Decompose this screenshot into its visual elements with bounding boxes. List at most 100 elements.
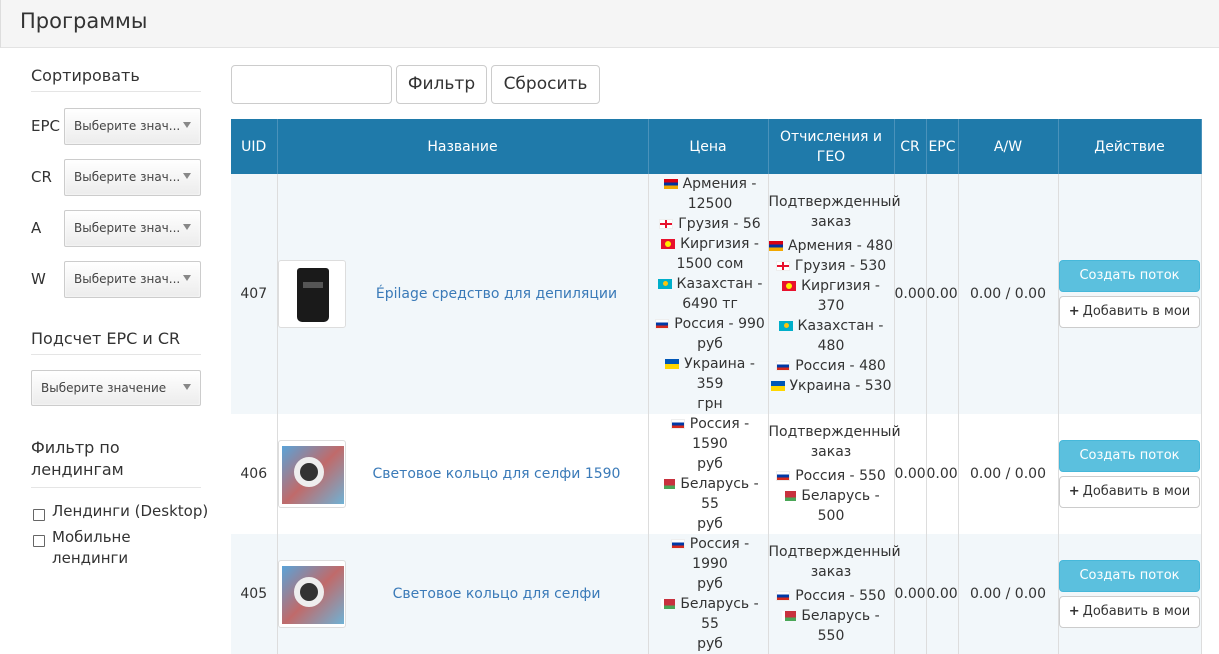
calc-heading: Подсчет EPC и CR: [31, 329, 201, 355]
add-to-mine-button[interactable]: + Добавить в мои: [1059, 296, 1200, 328]
price-text: Украина - 359: [684, 356, 755, 392]
sort-select-a[interactable]: Выберите знач...: [64, 210, 201, 247]
create-stream-button[interactable]: Создать поток: [1059, 260, 1200, 292]
product-link[interactable]: Световое кольцо для селфи 1590: [346, 466, 648, 482]
cell-action: Создать поток + Добавить в мои: [1058, 534, 1202, 654]
button-label: Добавить в мои: [1082, 304, 1191, 319]
cell-cr: 0.00: [894, 174, 927, 414]
col-header-epc[interactable]: EPC: [926, 119, 959, 174]
product-link[interactable]: Épilage средство для депиляции: [346, 286, 648, 302]
kazakhstan-flag-icon: [657, 279, 672, 289]
price-line: 12500: [687, 196, 733, 212]
filter-button[interactable]: Фильтр: [396, 65, 487, 104]
button-label: Добавить в мои: [1082, 604, 1191, 619]
payout-line: Подтвержденный: [768, 544, 901, 560]
checkbox[interactable]: [33, 509, 45, 521]
price-line: грн: [697, 396, 723, 412]
calc-select[interactable]: Выберите значение: [31, 370, 201, 406]
payout-text: Грузия - 530: [794, 258, 887, 274]
payout-text: Киргизия - 370: [801, 278, 880, 314]
cell-uid: 406: [231, 414, 278, 534]
add-to-mine-button[interactable]: + Добавить в мои: [1059, 596, 1200, 628]
price-text: Беларусь - 55: [680, 596, 759, 632]
payout-text: Россия - 480: [795, 358, 886, 374]
chevron-down-icon: [183, 224, 191, 230]
russia-flag-icon: [670, 419, 685, 429]
filter-input[interactable]: [231, 65, 392, 104]
payout-text: Украина - 530: [789, 378, 892, 394]
payout-line: Россия - 480: [769, 356, 894, 376]
payout-line: заказ: [810, 444, 852, 460]
price-line: Россия - 1990: [653, 534, 768, 574]
cell-payout: Подтвержденный заказ Россия - 550 Белару…: [768, 414, 901, 534]
payout-line: Подтвержденный: [768, 424, 901, 440]
sort-select-cr[interactable]: Выберите знач...: [64, 159, 201, 196]
chevron-down-icon: [183, 122, 191, 128]
payout-line: Россия - 550: [769, 586, 894, 606]
price-line: руб: [697, 636, 723, 652]
checkbox[interactable]: [33, 535, 45, 547]
col-header-uid[interactable]: UID: [231, 119, 278, 174]
cell-aw: 0.00 / 0.00: [958, 174, 1059, 414]
header-line: ГЕО: [816, 148, 846, 165]
price-text: Армения -: [682, 176, 757, 192]
ring-light-image[interactable]: [277, 440, 346, 508]
cell-epc: 0.00: [926, 174, 959, 414]
sort-select-w[interactable]: Выберите знач...: [64, 261, 201, 298]
payout-text: Россия - 550: [795, 588, 886, 604]
price-line: Беларусь - 55: [653, 474, 768, 514]
ukraine-flag-icon: [770, 381, 785, 391]
sort-row-w: W Выберите знач...: [31, 261, 201, 299]
checkbox-label: Лендинги (Desktop): [52, 502, 209, 520]
select-placeholder: Выберите значение: [41, 381, 167, 395]
price-line: Россия - 990: [653, 314, 768, 334]
landing-heading-line: лендингам: [31, 460, 124, 479]
create-stream-button[interactable]: Создать поток: [1059, 560, 1200, 592]
belarus-flag-icon: [782, 491, 797, 501]
belarus-flag-icon: [661, 479, 676, 489]
add-to-mine-button[interactable]: + Добавить в мои: [1059, 476, 1200, 508]
ring-light-image[interactable]: [277, 560, 346, 628]
payout-text: Россия - 550: [795, 468, 886, 484]
georgia-flag-icon: [775, 261, 790, 271]
black-package-image[interactable]: [277, 260, 346, 328]
sort-label-w: W: [31, 270, 46, 288]
reset-button[interactable]: Сбросить: [491, 65, 600, 104]
select-placeholder: Выберите знач...: [74, 119, 181, 133]
cell-name: Световое кольцо для селфи 1590: [277, 414, 649, 534]
cell-uid: 407: [231, 174, 278, 414]
table-row: 407 Épilage средство для депиляции Армен…: [231, 174, 1202, 414]
cell-price: Россия - 1990 руб Беларусь - 55 руб: [648, 534, 769, 654]
price-line: руб: [697, 516, 723, 532]
price-line: Беларусь - 55: [653, 594, 768, 634]
header-line: Отчисления и: [779, 128, 883, 145]
russia-flag-icon: [776, 591, 791, 601]
price-line: Казахстан -: [653, 274, 768, 294]
col-header-aw[interactable]: A/W: [958, 119, 1059, 174]
georgia-flag-icon: [659, 219, 674, 229]
col-header-price[interactable]: Цена: [648, 119, 769, 174]
payout-line: Подтвержденный: [768, 194, 901, 210]
payout-text: Беларусь - 550: [801, 608, 880, 644]
plus-icon: +: [1068, 484, 1080, 499]
cell-action: Создать поток + Добавить в мои: [1058, 414, 1202, 534]
product-link[interactable]: Световое кольцо для селфи: [346, 586, 648, 602]
sort-row-cr: CR Выберите знач...: [31, 159, 201, 197]
col-header-cr[interactable]: CR: [894, 119, 927, 174]
price-text: Грузия - 56: [678, 216, 761, 232]
select-placeholder: Выберите знач...: [74, 272, 181, 286]
create-stream-button[interactable]: Создать поток: [1059, 440, 1200, 472]
cell-payout: Подтвержденный заказ Армения - 480 Грузи…: [768, 174, 901, 414]
cell-payout: Подтвержденный заказ Россия - 550 Белару…: [768, 534, 901, 654]
col-header-payout[interactable]: Отчисления и ГЕО: [768, 119, 895, 174]
price-line: руб: [697, 576, 723, 592]
sort-select-epc[interactable]: Выберите знач...: [64, 108, 201, 145]
plus-icon: +: [1068, 304, 1080, 319]
chevron-down-icon: [183, 275, 191, 281]
page-title: Программы: [20, 9, 148, 33]
kazakhstan-flag-icon: [778, 321, 793, 331]
col-header-name[interactable]: Название: [277, 119, 649, 174]
belarus-flag-icon: [661, 599, 676, 609]
price-line: Грузия - 56: [653, 214, 768, 234]
page-header: Программы: [0, 0, 1219, 48]
